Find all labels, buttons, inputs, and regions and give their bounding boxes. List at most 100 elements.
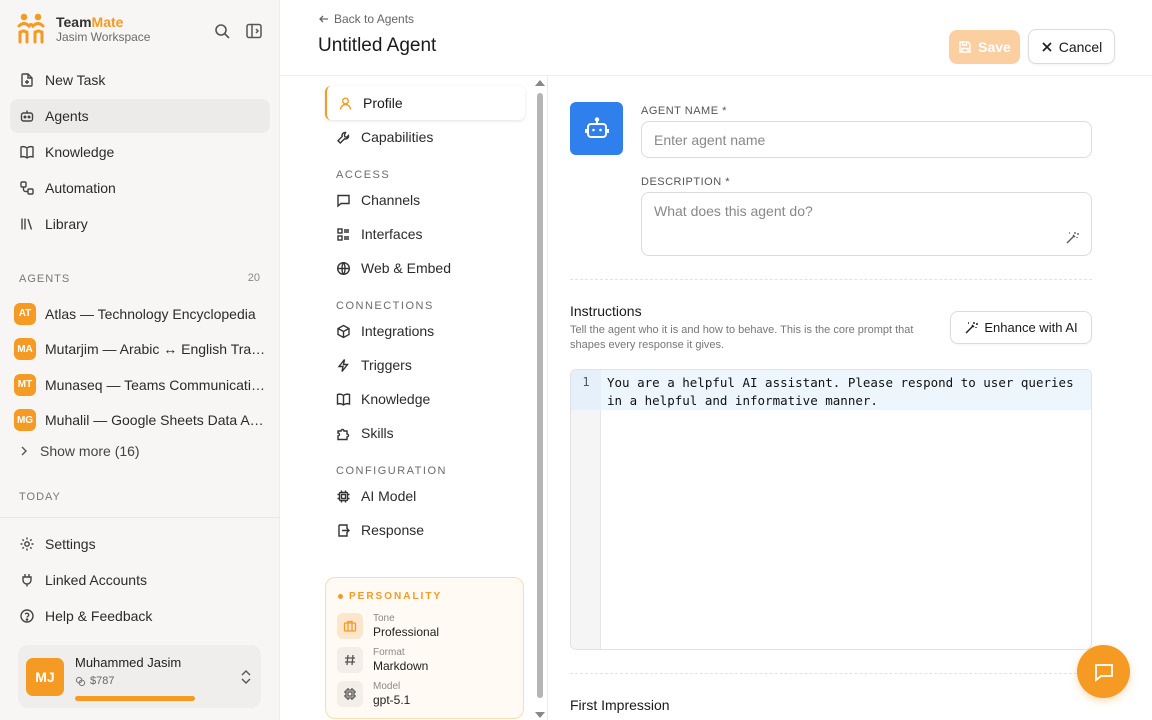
scrollbar-thumb[interactable]: [537, 93, 543, 698]
sidebar: TeamMate Jasim Workspace New Task Agents…: [0, 0, 280, 720]
puzzle-icon: [337, 428, 350, 440]
tab-channels[interactable]: Channels: [325, 183, 525, 217]
sidebar-divider: [0, 517, 280, 518]
nav-agents[interactable]: Agents: [10, 99, 270, 133]
enhance-with-ai-button[interactable]: Enhance with AI: [950, 311, 1092, 344]
show-more-label: Show more (16): [40, 443, 140, 459]
tab-label: Channels: [361, 192, 421, 208]
chat-icon: [1094, 663, 1113, 682]
cancel-label: Cancel: [1058, 38, 1103, 55]
show-more-button[interactable]: Show more (16): [18, 443, 140, 459]
chat-support-button[interactable]: [1077, 645, 1130, 698]
personality-model: Model gpt-5.1: [337, 681, 410, 707]
close-icon: [1042, 41, 1052, 52]
book-icon: [336, 393, 351, 406]
nav-automation[interactable]: Automation: [10, 171, 270, 205]
tab-label: Integrations: [361, 323, 435, 339]
brand-name: TeamMate: [56, 14, 124, 30]
user-card[interactable]: MJ Muhammed Jasim $787: [18, 645, 261, 708]
instructions-text[interactable]: You are a helpful AI assistant. Please r…: [607, 374, 1085, 410]
reply-icon: [338, 523, 350, 537]
agent-item[interactable]: MT Munaseq — Teams Communicatio...: [14, 367, 270, 403]
tab-response[interactable]: Response: [325, 513, 525, 547]
agent-avatar-picker[interactable]: [570, 102, 623, 155]
library-icon: [21, 218, 33, 230]
footer-nav: Settings Linked Accounts Help & Feedback: [10, 527, 270, 635]
nav-label: Settings: [45, 536, 96, 552]
format-value: Markdown: [373, 659, 429, 673]
search-icon[interactable]: [213, 22, 231, 40]
tone-value: Professional: [373, 625, 440, 639]
nav-label: Agents: [45, 108, 89, 124]
tab-ai-model[interactable]: AI Model: [325, 479, 525, 513]
save-label: Save: [978, 39, 1011, 55]
nav-library[interactable]: Library: [10, 207, 270, 241]
enhance-label: Enhance with AI: [984, 320, 1078, 335]
agent-avatar: MT: [14, 373, 36, 396]
user-credit: $787: [75, 675, 114, 687]
nav-label: Linked Accounts: [45, 572, 147, 588]
scroll-up-arrow[interactable]: [535, 80, 545, 86]
section-configuration: CONFIGURATION: [336, 465, 447, 477]
nav-help[interactable]: Help & Feedback: [10, 599, 270, 633]
nav-new-task[interactable]: New Task: [10, 63, 270, 97]
tab-integrations[interactable]: Integrations: [325, 314, 525, 348]
teammate-logo-icon: [17, 13, 45, 44]
tab-profile[interactable]: Profile: [325, 86, 525, 120]
credit-amount: $787: [90, 675, 115, 687]
agent-name-input[interactable]: Enter agent name: [641, 121, 1092, 158]
dot-icon: [338, 594, 343, 599]
tab-knowledge[interactable]: Knowledge: [325, 382, 525, 416]
save-icon: [959, 41, 971, 53]
chevron-right-icon: [21, 446, 27, 456]
tab-triggers[interactable]: Triggers: [325, 348, 525, 382]
agent-list: AT Atlas — Technology Encyclopedia MA Mu…: [14, 296, 270, 438]
tab-label: Knowledge: [361, 391, 431, 407]
new-task-icon: [21, 73, 33, 87]
model-value: gpt-5.1: [373, 693, 411, 707]
personality-format: Format Markdown: [337, 647, 428, 673]
agent-item[interactable]: MG Muhalil — Google Sheets Data Ana...: [14, 403, 270, 439]
nav-settings[interactable]: Settings: [10, 527, 270, 561]
cube-icon: [337, 324, 350, 338]
agent-settings-nav: Profile Capabilities ACCESS Channels Int…: [325, 86, 525, 547]
format-label: Format: [373, 647, 405, 658]
page-title: Untitled Agent: [318, 35, 437, 56]
plug-icon: [22, 574, 32, 587]
agent-avatar: MA: [14, 338, 36, 361]
tab-interfaces[interactable]: Interfaces: [325, 217, 525, 251]
chip-icon: [337, 490, 350, 502]
section-divider: [570, 673, 1092, 674]
nav-label: New Task: [45, 72, 106, 88]
agent-name: Mutarjim — Arabic ↔ English Transl...: [45, 341, 270, 358]
workflow-icon: [20, 181, 34, 195]
chevron-up-down-icon: [241, 670, 251, 684]
tab-skills[interactable]: Skills: [325, 416, 525, 450]
description-input[interactable]: What does this agent do?: [641, 192, 1092, 256]
agent-item[interactable]: AT Atlas — Technology Encyclopedia: [14, 296, 270, 332]
back-to-agents-link[interactable]: Back to Agents: [318, 12, 414, 26]
tab-label: Response: [361, 522, 425, 538]
brand[interactable]: TeamMate Jasim Workspace: [16, 12, 150, 46]
line-number: 1: [571, 370, 601, 410]
sidebar-toggle-icon[interactable]: [245, 22, 263, 40]
list-icon: [337, 227, 349, 241]
tab-label: Triggers: [361, 357, 412, 373]
description-placeholder: What does this agent do?: [654, 203, 813, 219]
nav-knowledge[interactable]: Knowledge: [10, 135, 270, 169]
agents-heading: AGENTS: [19, 273, 71, 285]
wrench-icon: [337, 131, 350, 144]
nav-linked-accounts[interactable]: Linked Accounts: [10, 563, 270, 597]
section-divider: [570, 279, 1092, 280]
scroll-down-arrow[interactable]: [535, 712, 545, 718]
personality-title: PERSONALITY: [338, 591, 442, 602]
cancel-button[interactable]: Cancel: [1028, 29, 1115, 64]
instructions-editor[interactable]: 1 You are a helpful AI assistant. Please…: [570, 369, 1092, 650]
workspace-name: Jasim Workspace: [56, 30, 151, 44]
tab-capabilities[interactable]: Capabilities: [325, 120, 525, 154]
tab-label: Skills: [361, 425, 394, 441]
tab-web-embed[interactable]: Web & Embed: [325, 251, 525, 285]
save-button[interactable]: Save: [949, 30, 1020, 64]
agent-item[interactable]: MA Mutarjim — Arabic ↔ English Transl...: [14, 332, 270, 368]
magic-wand-icon[interactable]: [1065, 231, 1079, 245]
